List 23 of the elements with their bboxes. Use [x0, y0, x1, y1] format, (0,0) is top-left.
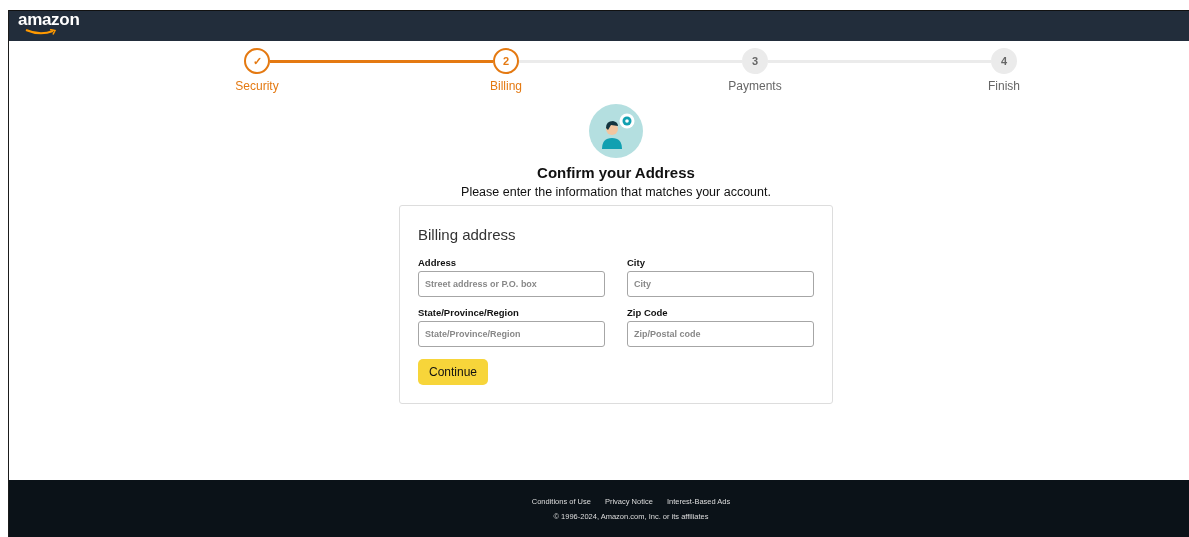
form-title: Billing address: [418, 226, 517, 243]
continue-button[interactable]: Continue: [418, 359, 489, 385]
field-label: State/Province/Region: [418, 307, 520, 318]
user-settings-icon: [589, 104, 643, 158]
page-subtitle: Please enter the information that matches your account.: [461, 185, 771, 199]
field-label: City: [627, 257, 646, 268]
page-title: Confirm your Address: [537, 164, 695, 181]
input-field[interactable]: State/Province/Region: [418, 321, 605, 347]
field-label: Zip Code: [627, 307, 669, 318]
smile-arrow-icon: [25, 29, 57, 36]
field-label: Address: [418, 257, 457, 268]
step-label: Finish: [988, 79, 1020, 93]
input-field[interactable]: Zip/Postal code: [627, 321, 814, 347]
step-circle: ✓: [244, 48, 270, 74]
step-circle: 4: [991, 48, 1017, 74]
step-label: Payments: [728, 79, 782, 93]
step-circle: 3: [742, 48, 768, 74]
step-label: Security: [235, 79, 279, 93]
input-field[interactable]: City: [627, 271, 814, 297]
step-circle: 2: [493, 48, 519, 74]
input-field[interactable]: Street address or P.O. box: [418, 271, 605, 297]
step-label: Billing: [490, 79, 522, 93]
logo-text: amazon: [18, 11, 80, 29]
